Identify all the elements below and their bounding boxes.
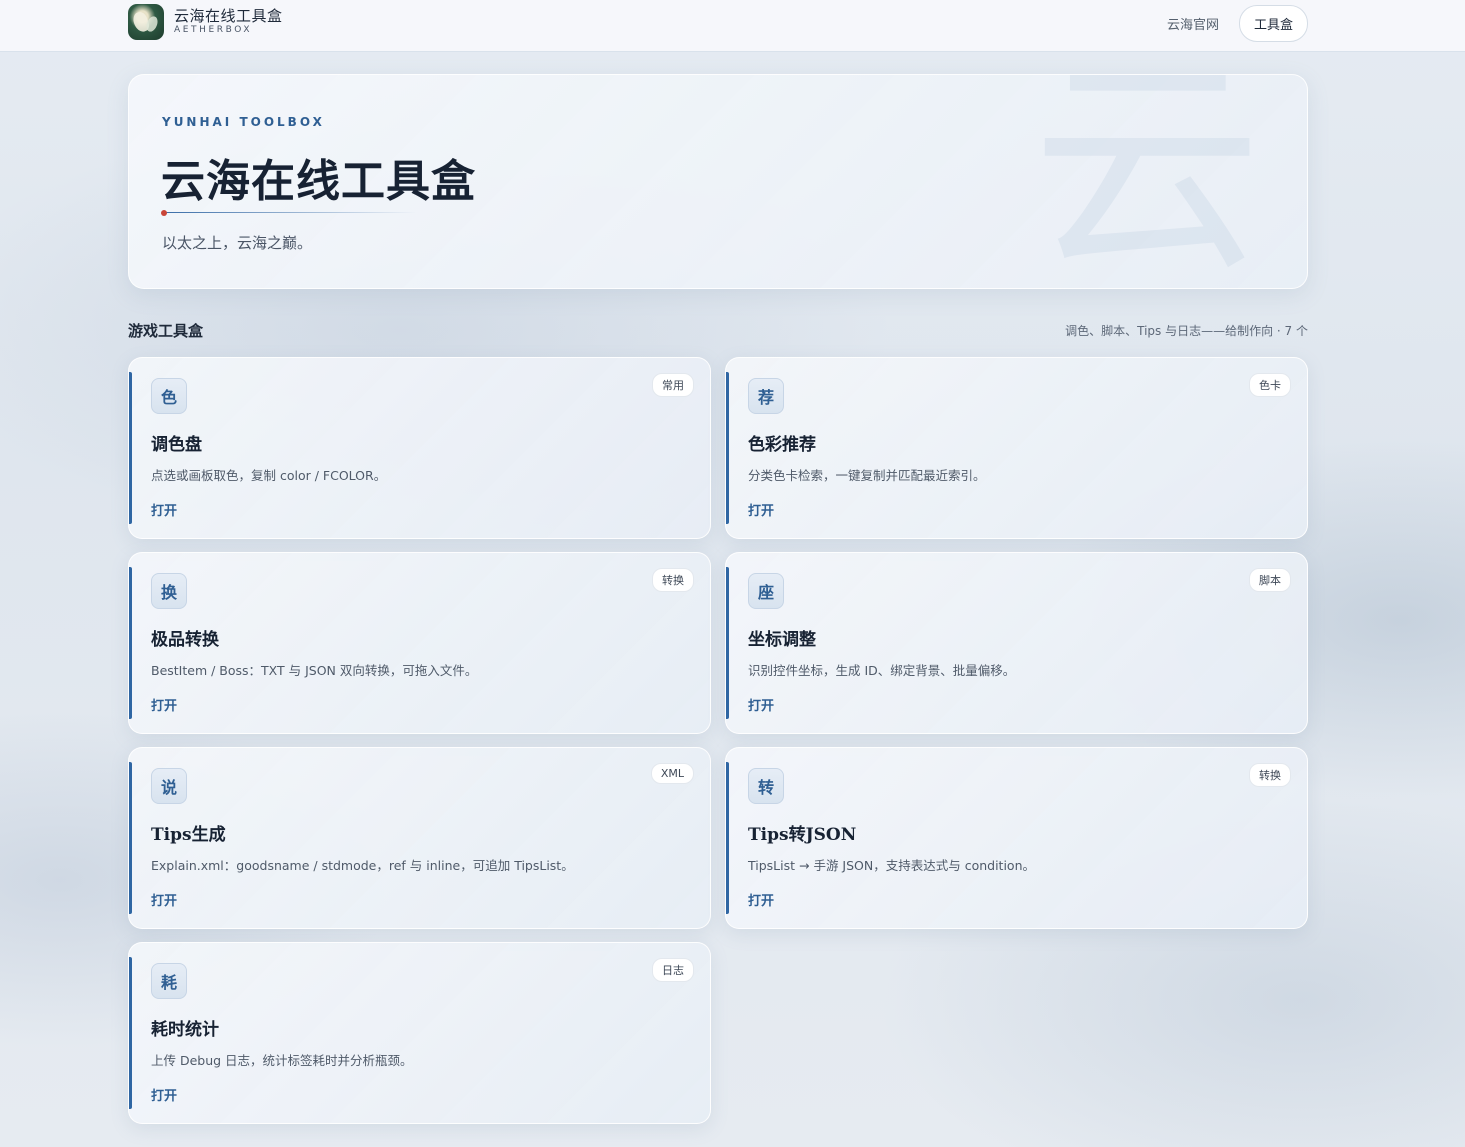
hero-divider <box>166 212 416 213</box>
card-title: 坐标调整 <box>748 630 816 650</box>
card-open-link[interactable]: 打开 <box>151 1085 177 1104</box>
card-title: Tips转JSON <box>748 825 857 845</box>
card-title: 调色盘 <box>151 435 202 455</box>
card-open-link[interactable]: 打开 <box>151 890 177 909</box>
card-icon: 荐 <box>748 378 784 414</box>
tool-card-time-stats[interactable]: 耗 日志 耗时统计 上传 Debug 日志，统计标签耗时并分析瓶颈。 打开 <box>128 942 711 1124</box>
card-open-link[interactable]: 打开 <box>151 500 177 519</box>
card-description: 点选或画板取色，复制 color / FCOLOR。 <box>151 468 387 483</box>
card-tag: 转换 <box>1249 763 1291 787</box>
hero-divider-dot <box>161 210 167 216</box>
card-open-link[interactable]: 打开 <box>151 695 177 714</box>
tool-card-coordinate-adjust[interactable]: 座 脚本 坐标调整 识别控件坐标，生成 ID、绑定背景、批量偏移。 打开 <box>725 552 1308 734</box>
card-description: TipsList → 手游 JSON，支持表达式与 condition。 <box>748 858 1035 873</box>
card-icon: 色 <box>151 378 187 414</box>
hero-panel: 云 YUNHAI TOOLBOX 云海在线工具盒 以太之上，云海之巅。 <box>128 74 1308 289</box>
brand-name: 云海在线工具盒 <box>174 7 283 25</box>
card-description: 识别控件坐标，生成 ID、绑定背景、批量偏移。 <box>748 663 1016 678</box>
card-description: 上传 Debug 日志，统计标签耗时并分析瓶颈。 <box>151 1053 413 1068</box>
card-description: Explain.xml：goodsname / stdmode，ref 与 in… <box>151 858 574 873</box>
card-title: Tips生成 <box>151 825 226 845</box>
card-open-link[interactable]: 打开 <box>748 695 774 714</box>
tool-card-color-recommend[interactable]: 荐 色卡 色彩推荐 分类色卡检索，一键复制并匹配最近索引。 打开 <box>725 357 1308 539</box>
card-tag: XML <box>650 763 694 784</box>
tool-card-palette[interactable]: 色 常用 调色盘 点选或画板取色，复制 color / FCOLOR。 打开 <box>128 357 711 539</box>
brand-text: 云海在线工具盒 AETHERBOX <box>174 9 283 35</box>
card-icon: 换 <box>151 573 187 609</box>
section-meta: 调色、脚本、Tips 与日志——给制作向 · 7 个 <box>1065 324 1308 338</box>
card-open-link[interactable]: 打开 <box>748 500 774 519</box>
tool-card-tips-generate[interactable]: 说 XML Tips生成 Explain.xml：goodsname / std… <box>128 747 711 929</box>
card-tag: 转换 <box>652 568 694 592</box>
nav-link-official-site[interactable]: 云海官网 <box>1167 14 1219 33</box>
card-tag: 色卡 <box>1249 373 1291 397</box>
top-nav: 云海官网 工具盒 <box>1167 5 1308 42</box>
app-logo <box>128 4 164 40</box>
card-icon: 说 <box>151 768 187 804</box>
card-description: 分类色卡检索，一键复制并匹配最近索引。 <box>748 468 986 483</box>
card-title: 极品转换 <box>151 630 219 650</box>
hero-title: 云海在线工具盒 <box>161 156 476 207</box>
card-title: 耗时统计 <box>151 1020 219 1040</box>
tool-card-item-convert[interactable]: 换 转换 极品转换 BestItem / Boss：TXT 与 JSON 双向转… <box>128 552 711 734</box>
brand[interactable]: 云海在线工具盒 AETHERBOX <box>128 4 283 40</box>
nav-button-toolbox[interactable]: 工具盒 <box>1238 5 1308 42</box>
hero-kicker: YUNHAI TOOLBOX <box>162 115 325 129</box>
card-tag: 常用 <box>652 373 694 397</box>
card-title: 色彩推荐 <box>748 435 816 455</box>
card-open-link[interactable]: 打开 <box>748 890 774 909</box>
top-header: 云海在线工具盒 AETHERBOX 云海官网 工具盒 <box>0 0 1465 52</box>
card-tag: 脚本 <box>1249 568 1291 592</box>
card-icon: 座 <box>748 573 784 609</box>
card-icon: 转 <box>748 768 784 804</box>
tool-card-tips-to-json[interactable]: 转 转换 Tips转JSON TipsList → 手游 JSON，支持表达式与… <box>725 747 1308 929</box>
card-description: BestItem / Boss：TXT 与 JSON 双向转换，可拖入文件。 <box>151 663 478 678</box>
card-tag: 日志 <box>652 958 694 982</box>
card-icon: 耗 <box>151 963 187 999</box>
brand-subtitle: AETHERBOX <box>174 25 253 35</box>
section-title: 游戏工具盒 <box>128 322 204 340</box>
hero-watermark: 云 <box>1031 74 1262 289</box>
hero-subtitle: 以太之上，云海之巅。 <box>162 234 313 252</box>
